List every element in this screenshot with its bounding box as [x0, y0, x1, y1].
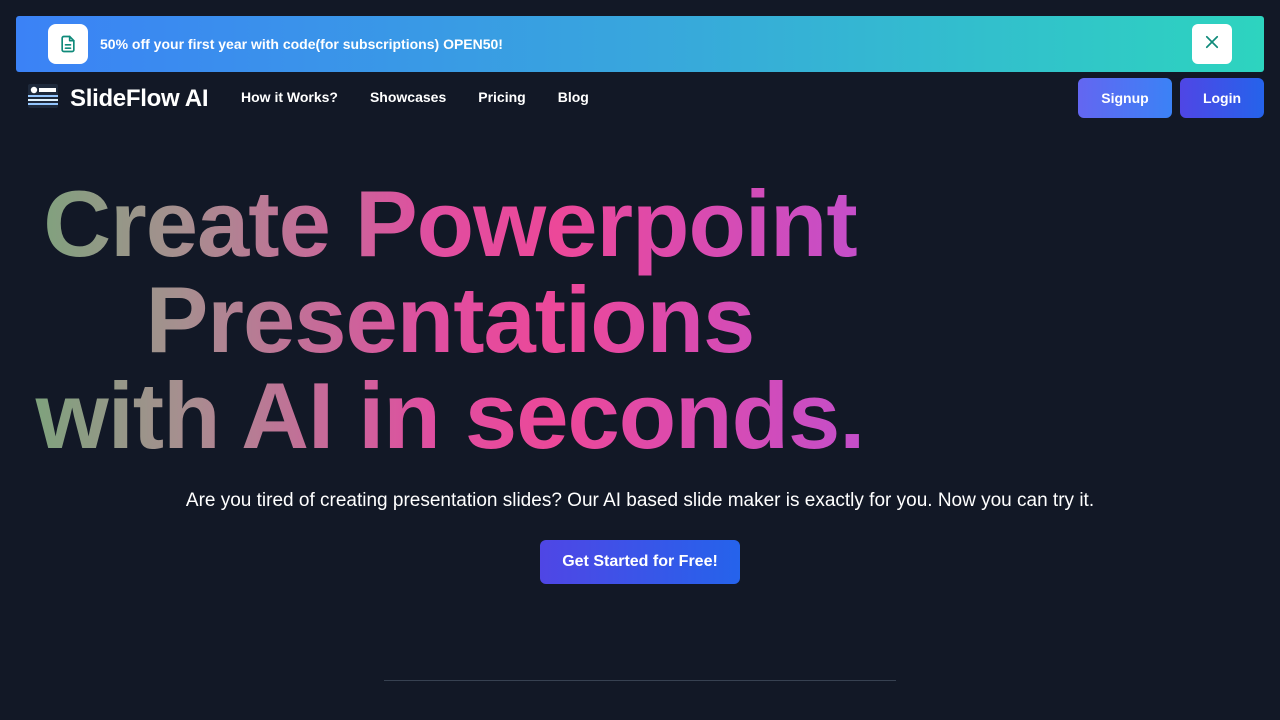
- logo-text: SlideFlow AI: [70, 84, 209, 112]
- nav-link-showcases[interactable]: Showcases: [370, 89, 446, 105]
- get-started-button[interactable]: Get Started for Free!: [540, 540, 740, 584]
- section-divider: [384, 680, 896, 681]
- close-icon: [1203, 33, 1221, 56]
- nav-link-how-it-works[interactable]: How it Works?: [241, 89, 338, 105]
- slides-logo-icon: [28, 84, 58, 113]
- nav-link-blog[interactable]: Blog: [558, 89, 589, 105]
- top-navigation: SlideFlow AI How it Works? Showcases Pri…: [0, 78, 1280, 118]
- promo-banner: 50% off your first year with code(for su…: [16, 16, 1264, 72]
- hero-title-line-2: Presentations: [145, 267, 755, 372]
- document-icon: [48, 24, 88, 64]
- nav-links: How it Works? Showcases Pricing Blog: [241, 89, 589, 105]
- hero-subtitle: Are you tired of creating presentation s…: [185, 490, 1095, 511]
- hero-title: Create Powerpoint Presentations with AI …: [0, 176, 900, 464]
- login-button[interactable]: Login: [1180, 78, 1264, 118]
- hero-section: Create Powerpoint Presentations with AI …: [0, 176, 1280, 584]
- nav-link-pricing[interactable]: Pricing: [478, 89, 525, 105]
- promo-text: 50% off your first year with code(for su…: [100, 36, 503, 52]
- hero-title-line-3: with AI in seconds.: [35, 363, 865, 468]
- signup-button[interactable]: Signup: [1078, 78, 1172, 118]
- close-banner-button[interactable]: [1192, 24, 1232, 64]
- logo[interactable]: SlideFlow AI: [28, 84, 208, 113]
- hero-title-line-1: Create Powerpoint: [43, 171, 857, 276]
- promo-code: OPEN50!: [443, 36, 503, 52]
- promo-message: 50% off your first year with code(for su…: [100, 36, 444, 52]
